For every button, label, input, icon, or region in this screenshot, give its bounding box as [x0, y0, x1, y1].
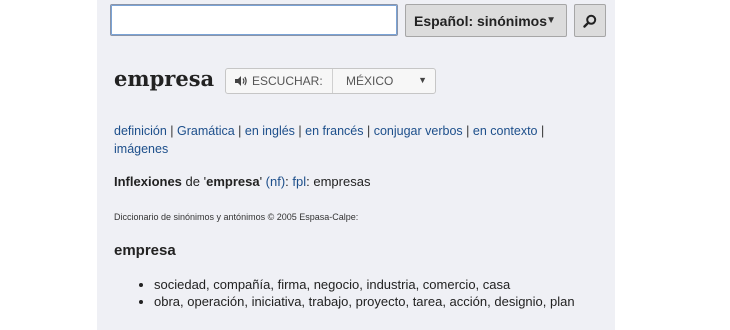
search-bar: Español: sinónimos ▼ [97, 0, 615, 44]
listen-label: ESCUCHAR: [252, 74, 323, 88]
synonym-list: sociedad, compañía, firma, negocio, indu… [114, 276, 584, 310]
list-item: obra, operación, iniciativa, trabajo, pr… [154, 293, 584, 310]
inflections-text: de ' [181, 174, 207, 189]
speaker-icon [235, 76, 247, 86]
caret-down-icon: ▼ [418, 75, 427, 85]
plural-form: empresas [313, 174, 371, 189]
section-title: empresa [114, 242, 176, 259]
search-input[interactable] [110, 4, 398, 36]
link-gramatica[interactable]: Gramática [177, 124, 235, 138]
search-button[interactable] [574, 4, 606, 37]
entry-links: definición | Gramática | en inglés | en … [114, 124, 545, 156]
plural-tag: fpl [292, 174, 307, 189]
caret-down-icon: ▼ [546, 15, 556, 26]
language-select[interactable]: Español: sinónimos ▼ [405, 4, 567, 37]
part-of-speech: (nf) [265, 174, 286, 189]
headword: empresa [114, 66, 215, 91]
link-imagenes[interactable]: imágenes [114, 142, 168, 156]
audio-widget: ESCUCHAR: MÉXICO ▼ [225, 68, 436, 94]
language-select-label: Español: sinónimos [414, 12, 548, 29]
link-en-contexto[interactable]: en contexto [473, 124, 538, 138]
link-en-ingles[interactable]: en inglés [245, 124, 295, 138]
content-panel: Español: sinónimos ▼ empresa ESCUCHAR: M… [97, 0, 615, 330]
inflections-line: Inflexiones de 'empresa' (nf): fpl: empr… [114, 174, 370, 189]
inflections-word: empresa [206, 174, 260, 189]
magnifier-icon [583, 14, 597, 28]
list-item: sociedad, compañía, firma, negocio, indu… [154, 276, 584, 293]
dictionary-source: Diccionario de sinónimos y antónimos © 2… [114, 212, 359, 222]
inflections-label: Inflexiones [114, 174, 182, 189]
region-select[interactable]: MÉXICO ▼ [333, 69, 435, 93]
link-definicion[interactable]: definición [114, 124, 167, 138]
link-conjugar-verbos[interactable]: conjugar verbos [374, 124, 463, 138]
link-en-frances[interactable]: en francés [305, 124, 363, 138]
listen-button[interactable]: ESCUCHAR: [226, 69, 333, 93]
region-label: MÉXICO [346, 74, 394, 88]
